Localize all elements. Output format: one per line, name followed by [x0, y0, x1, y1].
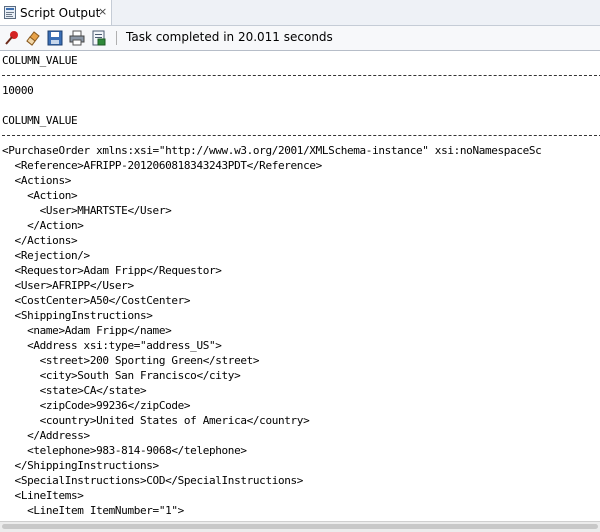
output-line: <Actions>	[2, 174, 72, 187]
column-separator	[2, 135, 600, 136]
pin-icon[interactable]	[3, 29, 21, 47]
scrollbar-thumb[interactable]	[2, 524, 598, 529]
output-line: <LineItem ItemNumber="1">	[2, 504, 184, 517]
tab-title: Script Output	[20, 6, 101, 20]
output-line: <Reference>AFRIPP-2012060818343243PDT</R…	[2, 159, 323, 172]
output-line: <street>200 Sporting Green</street>	[2, 354, 260, 367]
output-line: </ShippingInstructions>	[2, 459, 160, 472]
tab-bar: Script Output ×	[0, 0, 600, 26]
output-line: <ShippingInstructions>	[2, 309, 153, 322]
output-line: <country>United States of America</count…	[2, 414, 310, 427]
print-icon[interactable]	[68, 29, 86, 47]
output-line: <User>AFRIPP</User>	[2, 279, 135, 292]
output-line: <Action>	[2, 189, 78, 202]
output-line: <Requestor>Adam Fripp</Requestor>	[2, 264, 222, 277]
script-output-icon	[4, 6, 16, 19]
output-line: COLUMN_VALUE	[2, 114, 78, 127]
output-line: <telephone>983-814-9068</telephone>	[2, 444, 247, 457]
output-line: 10000	[2, 84, 34, 97]
horizontal-scrollbar[interactable]	[0, 521, 600, 532]
column-separator	[2, 75, 600, 76]
output-line: <CostCenter>A50</CostCenter>	[2, 294, 191, 307]
open-file-icon[interactable]	[90, 29, 108, 47]
output-line: <LineItems>	[2, 489, 84, 502]
output-line: <zipCode>99236</zipCode>	[2, 399, 191, 412]
output-line: <User>MHARTSTE</User>	[2, 204, 172, 217]
output-line: <state>CA</state>	[2, 384, 147, 397]
output-line: COLUMN_VALUE	[2, 54, 78, 67]
script-output-area[interactable]: COLUMN_VALUE 10000 COLUMN_VALUE <Purchas…	[0, 51, 600, 520]
output-line: <PurchaseOrder xmlns:xsi="http://www.w3.…	[2, 144, 542, 157]
toolbar-separator	[116, 31, 117, 45]
output-line: <Address xsi:type="address_US">	[2, 339, 222, 352]
output-line: </Action>	[2, 219, 84, 232]
output-line: <Rejection/>	[2, 249, 91, 262]
output-line: </Actions>	[2, 234, 78, 247]
eraser-icon[interactable]	[24, 29, 42, 47]
output-line: <city>South San Francisco</city>	[2, 369, 241, 382]
output-line: <name>Adam Fripp</name>	[2, 324, 172, 337]
output-line: </Address>	[2, 429, 90, 442]
toolbar: Task completed in 20.011 seconds	[0, 26, 600, 51]
tab-script-output[interactable]: Script Output ×	[0, 0, 112, 25]
close-icon[interactable]: ×	[98, 5, 107, 18]
save-icon[interactable]	[46, 29, 64, 47]
output-line: <SpecialInstructions>COD</SpecialInstruc…	[2, 474, 304, 487]
status-message: Task completed in 20.011 seconds	[126, 30, 333, 44]
